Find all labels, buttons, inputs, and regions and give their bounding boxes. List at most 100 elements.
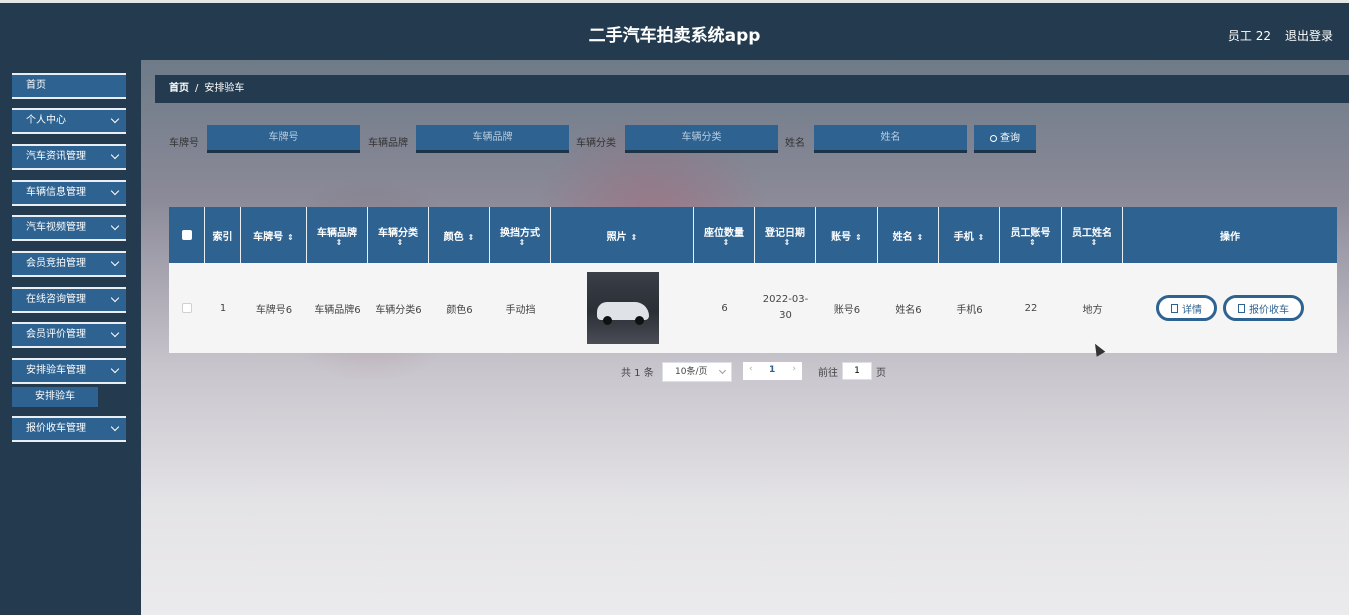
header-index: 索引: [205, 207, 241, 263]
cell-category: 车辆分类6: [375, 304, 422, 316]
sort-icon[interactable]: ⇕: [784, 238, 791, 247]
sidebar-item-label: 安排验车管理: [26, 365, 86, 376]
header-label: 账号: [831, 231, 852, 243]
header-label: 座位数量: [704, 227, 744, 239]
sidebar-item-vehicle-info[interactable]: 车辆信息管理: [12, 180, 126, 206]
header-label: 车牌号: [253, 231, 284, 243]
sort-icon[interactable]: ⇕: [631, 233, 638, 242]
sort-icon[interactable]: ⇕: [917, 233, 924, 242]
pagination-total: 共 1 条: [621, 368, 654, 379]
brand-input[interactable]: [416, 125, 569, 153]
header-label: 员工姓名: [1072, 227, 1112, 239]
cell-phone: 手机6: [956, 304, 983, 316]
page-size-select[interactable]: 10条/页: [662, 362, 732, 382]
chevron-down-icon: [110, 221, 120, 231]
sort-icon[interactable]: ⇕: [723, 238, 730, 247]
sort-icon[interactable]: ⇕: [978, 233, 985, 242]
plate-input[interactable]: [207, 125, 360, 153]
header-account[interactable]: 账号 ⇕: [816, 207, 878, 263]
cell-staff-name: 地方: [1082, 304, 1103, 316]
quote-button-label: 报价收车: [1249, 304, 1289, 316]
car-photo[interactable]: [586, 272, 659, 344]
cell-seats: 6: [721, 302, 728, 314]
sort-icon[interactable]: ⇕: [1029, 238, 1036, 247]
sidebar-item-label: 汽车视频管理: [26, 222, 86, 233]
header-label: 操作: [1220, 231, 1240, 243]
sort-icon[interactable]: ⇕: [855, 233, 862, 242]
category-input[interactable]: [625, 125, 778, 153]
header-label: 姓名: [892, 231, 913, 243]
sidebar-item-home[interactable]: 首页: [12, 73, 126, 99]
chevron-down-icon: [110, 328, 120, 338]
detail-button[interactable]: 详情: [1156, 295, 1217, 321]
document-icon: [1238, 303, 1245, 313]
document-icon: [1171, 303, 1178, 313]
cell-index: 1: [219, 302, 227, 314]
search-button[interactable]: 查询: [974, 125, 1036, 153]
header-category[interactable]: 车辆分类 ⇕: [368, 207, 429, 263]
current-user: 员工 22: [1227, 29, 1271, 43]
sidebar-item-review[interactable]: 会员评价管理: [12, 322, 126, 348]
sort-icon[interactable]: ⇕: [1091, 238, 1098, 247]
prev-page-button[interactable]: ‹: [749, 364, 753, 374]
logout-link[interactable]: 退出登录: [1285, 27, 1333, 44]
sort-icon[interactable]: ⇕: [287, 233, 294, 242]
cell-plate: 车牌号6: [255, 304, 293, 316]
goto-page-input[interactable]: [842, 362, 872, 380]
breadcrumb-home[interactable]: 首页: [169, 83, 189, 94]
cell-brand: 车辆品牌6: [314, 304, 361, 316]
chevron-down-icon: [110, 114, 120, 124]
row-checkbox[interactable]: [182, 303, 192, 313]
header-photo[interactable]: 照片 ⇕: [551, 207, 694, 263]
breadcrumb: 首页 / 安排验车: [155, 75, 1349, 103]
sidebar-item-auction[interactable]: 会员竞拍管理: [12, 251, 126, 277]
header-staff-name[interactable]: 员工姓名 ⇕: [1062, 207, 1123, 263]
header-name[interactable]: 姓名 ⇕: [878, 207, 939, 263]
sort-icon[interactable]: ⇕: [468, 233, 475, 242]
name-input[interactable]: [814, 125, 967, 153]
category-label: 车辆分类: [576, 138, 616, 149]
page-number-current[interactable]: 1: [769, 365, 775, 375]
sidebar-subitem-arrange-inspection[interactable]: 安排验车: [12, 387, 98, 407]
sort-icon[interactable]: ⇕: [519, 238, 526, 247]
date-line: 2022-03-: [762, 294, 809, 305]
name-label: 姓名: [785, 138, 805, 149]
header-staff-account[interactable]: 员工账号 ⇕: [1000, 207, 1062, 263]
sidebar-item-quote[interactable]: 报价收车管理: [12, 416, 126, 442]
table-row: 1 车牌号6 车辆品牌6 车辆分类6 颜色6 手动挡 6 2022-03- 30…: [169, 263, 1337, 353]
header-label: 照片: [606, 231, 627, 243]
header-label: 颜色: [443, 231, 464, 243]
header-transmission[interactable]: 换挡方式 ⇕: [490, 207, 551, 263]
chevron-down-icon: [110, 293, 120, 303]
breadcrumb-current: 安排验车: [204, 83, 245, 94]
date-line: 30: [779, 310, 792, 321]
detail-button-label: 详情: [1182, 304, 1202, 316]
sidebar-item-label: 报价收车管理: [26, 423, 86, 434]
quote-button[interactable]: 报价收车: [1223, 295, 1304, 321]
sidebar-item-inspection[interactable]: 安排验车管理: [12, 358, 126, 384]
header-label: 车辆分类: [378, 227, 418, 239]
header-color[interactable]: 颜色 ⇕: [429, 207, 490, 263]
header-label: 换挡方式: [500, 227, 540, 239]
cell-color: 颜色6: [446, 304, 473, 316]
sidebar-item-news[interactable]: 汽车资讯管理: [12, 144, 126, 170]
sidebar-item-label: 首页: [26, 80, 46, 91]
header-plate[interactable]: 车牌号 ⇕: [241, 207, 307, 263]
sidebar-item-video[interactable]: 汽车视频管理: [12, 215, 126, 241]
header-seats[interactable]: 座位数量 ⇕: [694, 207, 755, 263]
sort-icon[interactable]: ⇕: [336, 238, 343, 247]
sidebar-item-label: 在线咨询管理: [26, 294, 86, 305]
pagination-nav: ‹ 1 ›: [743, 362, 802, 380]
select-all-checkbox[interactable]: [181, 230, 192, 240]
header-date[interactable]: 登记日期 ⇕: [755, 207, 816, 263]
next-page-button[interactable]: ›: [792, 364, 796, 374]
cell-date: 2022-03- 30: [755, 263, 816, 353]
header-label: 车辆品牌: [317, 227, 357, 239]
header-brand[interactable]: 车辆品牌 ⇕: [307, 207, 368, 263]
sort-icon[interactable]: ⇕: [397, 238, 404, 247]
sidebar-item-personal-center[interactable]: 个人中心: [12, 108, 126, 134]
brand-label: 车辆品牌: [368, 138, 408, 149]
car-wheel: [634, 316, 644, 325]
sidebar-item-consult[interactable]: 在线咨询管理: [12, 287, 126, 313]
header-phone[interactable]: 手机 ⇕: [939, 207, 1000, 263]
